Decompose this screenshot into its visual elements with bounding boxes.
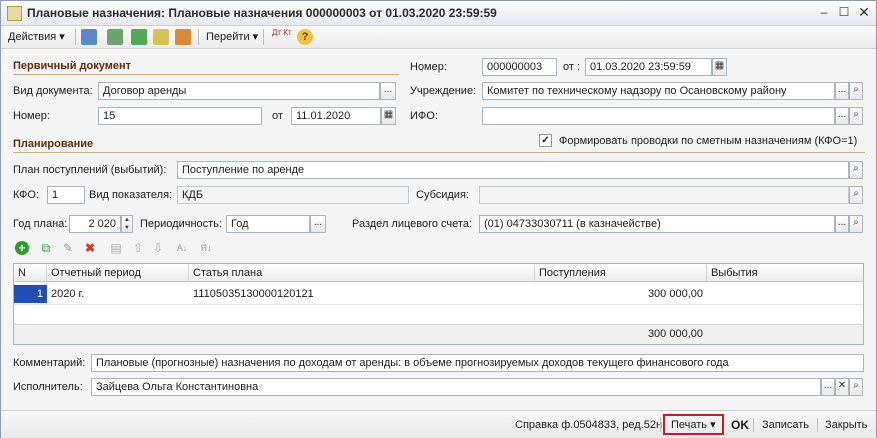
refresh-icon[interactable] [107,29,123,45]
table-footer: 300 000,00 [14,324,863,344]
ifo-select-button[interactable]: ... [835,107,849,125]
column-n[interactable]: N [14,264,47,282]
institution-search-icon[interactable]: ⌕ [849,82,863,100]
sort-asc-icon[interactable]: A↓ [175,241,189,255]
edit-row-icon[interactable]: ✎ [61,241,75,255]
kfo-field[interactable]: 1 [47,186,85,204]
report-button[interactable]: Справка ф.0504833, ред.52н [515,416,662,434]
from-label: от : [563,61,581,73]
copy-icon[interactable] [131,29,147,45]
primary-number-label: Номер: [13,110,50,122]
toolbar: Действия ▾ Перейти ▾ Дт Кт ? [1,26,876,49]
maximize-icon[interactable]: ☐ [835,4,853,21]
primary-section-title: Первичный документ [13,60,131,72]
minimize-icon[interactable]: ‒ [815,4,833,21]
document-window: Плановые назначения: Плановые назначения… [0,0,877,438]
close-button[interactable]: Закрыть [825,416,867,434]
primary-number-field[interactable]: 15 [98,107,262,125]
dt-kt-button[interactable]: Дт Кт [269,28,295,46]
planning-section-title: Планирование [13,138,94,150]
window-title: Плановые назначения: Плановые назначения… [27,6,497,20]
institution-field[interactable]: Комитет по техническому надзору по Осано… [482,82,835,100]
column-period[interactable]: Отчетный период [47,264,189,282]
title-bar: Плановые назначения: Плановые назначения… [1,1,876,26]
close-icon[interactable]: ✕ [855,4,873,21]
print-preview-icon[interactable] [175,29,191,45]
from-date-field[interactable]: 01.03.2020 23:59:59 [585,58,712,76]
total-income: 300 000,00 [647,328,703,340]
kfo-label: КФО: [13,189,40,201]
executor-field[interactable]: Зайцева Ольга Константиновна [91,378,821,396]
copy-row-icon[interactable]: ⧉ [39,241,53,255]
table-row[interactable]: 1 2020 г. 11105035130000120121 300 000,0… [14,284,863,304]
column-income[interactable]: Поступления [535,264,707,282]
doc-type-label: Вид документа: [13,85,93,97]
period-select-button[interactable]: ... [310,215,326,233]
sort-desc-icon[interactable]: Я↓ [199,241,213,255]
ifo-search-icon[interactable]: ⌕ [849,107,863,125]
primary-date-field[interactable]: 11.01.2020 [291,107,381,125]
period-field[interactable]: Год [226,215,310,233]
doc-type-select-button[interactable]: ... [380,82,396,100]
row-period: 2020 г. [51,288,85,300]
comment-field[interactable]: Плановые (прогнозные) назначения по дохо… [91,354,864,372]
row-expense [707,285,863,303]
subsidy-label: Субсидия: [416,189,469,201]
primary-date-label: от [272,110,283,122]
move-up-icon[interactable]: ⇧ [131,241,145,255]
document-icon [7,6,22,21]
number-label: Номер: [410,61,447,73]
form-entries-label: Формировать проводки по сметным назначен… [559,135,858,147]
account-field[interactable]: (01) 04733030711 (в казначействе) [479,215,835,233]
indicator-label: Вид показателя: [89,189,173,201]
plan-label: План поступлений (выбытий): [13,164,167,176]
executor-label: Исполнитель: [13,381,83,393]
ifo-field[interactable] [482,107,835,125]
institution-select-button[interactable]: ... [835,82,849,100]
executor-select-button[interactable]: ... [821,378,835,396]
year-field[interactable]: 2 020 [69,215,121,233]
doc-type-field[interactable]: Договор аренды [98,82,380,100]
number-field[interactable]: 000000003 [482,58,557,76]
add-row-icon[interactable]: + [15,241,29,255]
form-entries-checkbox[interactable]: ✓ [539,134,552,147]
ok-button[interactable]: OK [731,416,749,434]
row-item: 11105035130000120121 [193,288,314,300]
plan-table: N Отчетный период Статья плана Поступлен… [13,263,864,345]
actions-menu[interactable]: Действия ▾ [5,28,68,46]
column-expense[interactable]: Выбытия [707,264,863,282]
subsidy-search-icon[interactable]: ⌕ [849,186,863,204]
print-button[interactable]: Печать ▾ [663,414,724,435]
end-edit-icon[interactable]: ▤ [109,241,123,255]
comment-label: Комментарий: [13,357,86,369]
move-down-icon[interactable]: ⇩ [151,241,165,255]
help-icon[interactable]: ? [297,29,313,45]
subsidy-field[interactable] [479,186,849,204]
from-calendar-icon[interactable]: ▦ [712,58,727,76]
year-label: Год плана: [13,218,68,230]
post-icon[interactable] [153,29,169,45]
account-label: Раздел лицевого счета: [352,218,473,230]
account-select-button[interactable]: ... [835,215,849,233]
plan-search-icon[interactable]: ⌕ [849,161,863,179]
calendar-icon[interactable]: ▦ [381,107,396,125]
year-spinner[interactable]: ▲ ▼ [121,215,133,233]
executor-search-icon[interactable]: ⌕ [849,378,863,396]
delete-row-icon[interactable]: ✖ [83,241,97,255]
column-item[interactable]: Статья плана [189,264,535,282]
save-close-icon[interactable] [81,29,97,45]
ifo-label: ИФО: [410,110,438,122]
indicator-field[interactable]: КДБ [177,186,409,204]
plan-field[interactable]: Поступление по аренде [177,161,849,179]
row-number: 1 [14,285,47,303]
goto-menu[interactable]: Перейти ▾ [203,28,261,46]
row-income: 300 000,00 [647,288,703,300]
period-label: Периодичность: [140,218,222,230]
executor-clear-icon[interactable]: ✕ [835,378,849,396]
bottom-bar: Справка ф.0504833, ред.52н Печать ▾ OK З… [1,410,876,438]
account-search-icon[interactable]: ⌕ [849,215,863,233]
save-button[interactable]: Записать [762,416,809,434]
institution-label: Учреждение: [410,85,477,97]
